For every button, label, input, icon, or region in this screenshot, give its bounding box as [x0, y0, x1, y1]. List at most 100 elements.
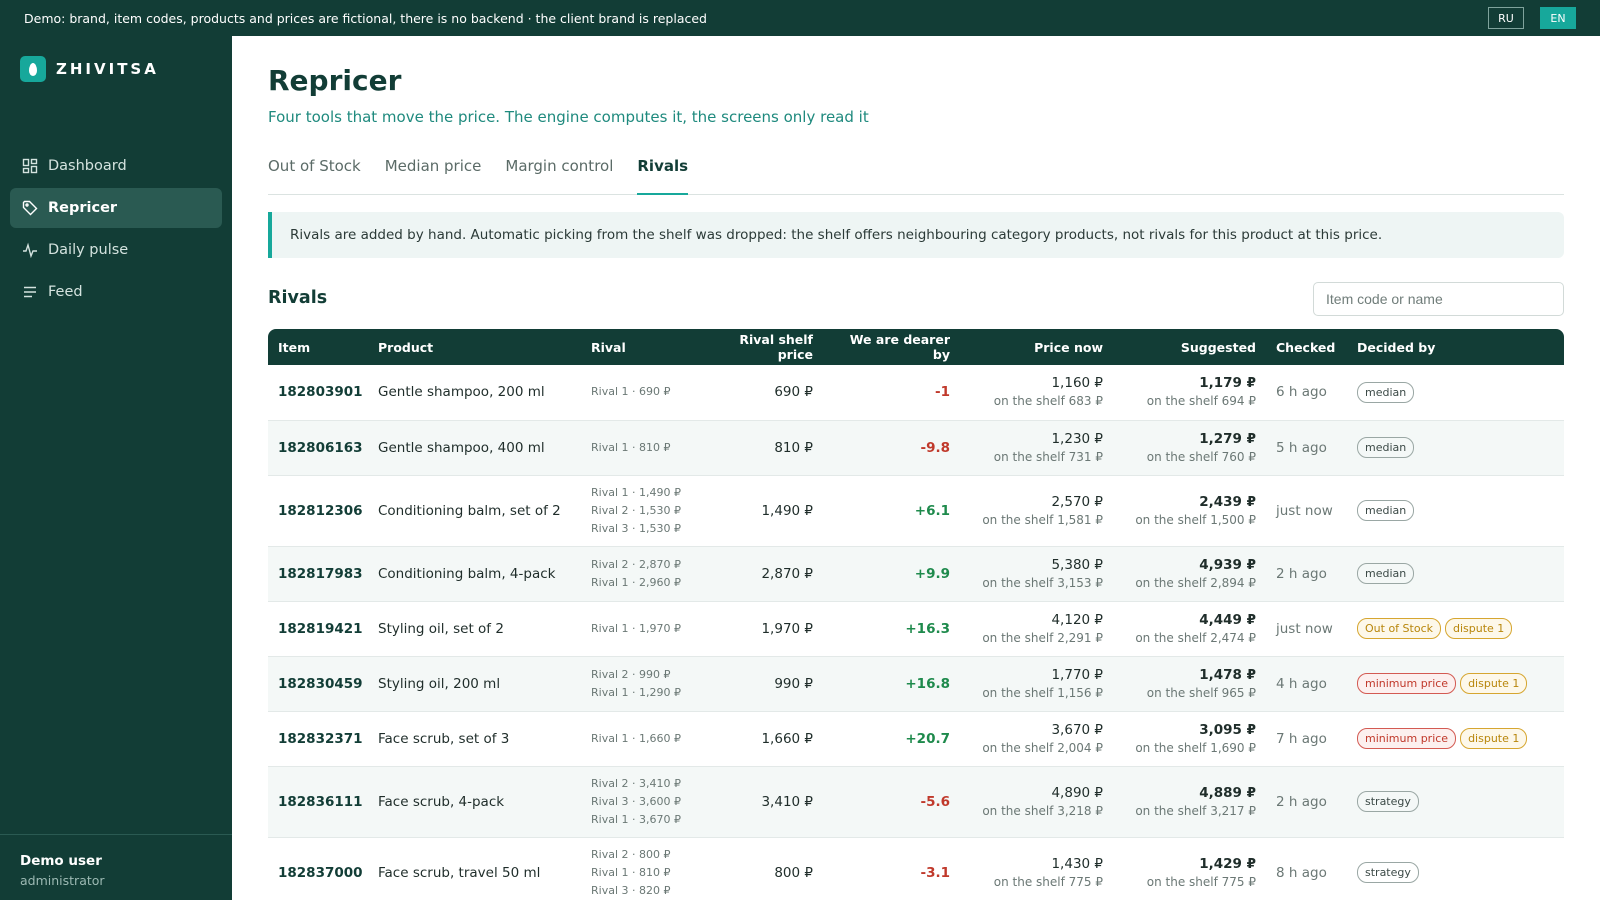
tab-margin-control[interactable]: Margin control: [505, 154, 613, 195]
table-row[interactable]: 182817983 Conditioning balm, 4-pack Rival …: [268, 546, 1564, 602]
item-code-link[interactable]: 182803901: [278, 384, 363, 400]
item-code-link[interactable]: 182806163: [278, 440, 363, 456]
cell-rivals: Rival 2 · 2,870 ₽ Rival 1 · 2,960 ₽: [581, 546, 691, 602]
cell-rivals: Rival 1 · 1,490 ₽ Rival 2 · 1,530 ₽ Rival …: [581, 475, 691, 547]
table-row[interactable]: 182837000 Face scrub, travel 50 ml Rival 2…: [268, 837, 1564, 900]
decided-by-badge[interactable]: strategy: [1357, 791, 1419, 812]
item-code-link[interactable]: 182819421: [278, 621, 363, 637]
decided-by-badge[interactable]: minimum price: [1357, 673, 1457, 694]
tab-median-price[interactable]: Median price: [385, 154, 482, 195]
col-header-item[interactable]: Item: [268, 329, 368, 365]
sidebar-nav: Dashboard Repricer Daily pulse Feed: [10, 146, 222, 314]
col-header-suggested[interactable]: Suggested: [1113, 329, 1266, 365]
item-code-link[interactable]: 182832371: [278, 731, 363, 747]
cell-price-now: 4,120 ₽ on the shelf 2,291 ₽: [960, 601, 1113, 657]
decided-by-badge[interactable]: dispute 1: [1460, 673, 1528, 694]
dearer-by-value: -3.1: [920, 864, 950, 881]
col-header-price-now[interactable]: Price now: [960, 329, 1113, 365]
user-role: administrator: [20, 873, 105, 888]
sidebar-item-daily-pulse[interactable]: Daily pulse: [10, 230, 222, 270]
cell-item: 182830459: [268, 656, 368, 712]
table-row[interactable]: 182803901 Gentle shampoo, 200 ml Rival 1 ·…: [268, 365, 1564, 421]
decided-by-badge[interactable]: median: [1357, 563, 1415, 584]
suggested-value: 4,889 ₽: [1199, 784, 1256, 801]
rival-entry: Rival 1 · 2,960 ₽: [591, 575, 681, 589]
cell-product: Styling oil, set of 2: [368, 601, 581, 657]
sidebar-item-repricer[interactable]: Repricer: [10, 188, 222, 228]
item-code-link[interactable]: 182817983: [278, 566, 363, 582]
decided-by-badge[interactable]: Out of Stock: [1357, 618, 1441, 639]
col-header-checked[interactable]: Checked: [1266, 329, 1347, 365]
col-header-rival[interactable]: Rival: [581, 329, 691, 365]
item-code-link[interactable]: 182837000: [278, 865, 363, 881]
cell-suggested: 3,095 ₽ on the shelf 1,690 ₽: [1113, 711, 1266, 767]
col-header-decided-by[interactable]: Decided by: [1347, 329, 1564, 365]
col-header-rival-shelf-price[interactable]: Rival shelf price: [691, 329, 823, 365]
suggested-value: 4,449 ₽: [1199, 611, 1256, 628]
cell-suggested: 1,478 ₽ on the shelf 965 ₽: [1113, 656, 1266, 712]
table-row[interactable]: 182819421 Styling oil, set of 2 Rival 1 · …: [268, 601, 1564, 657]
table-row[interactable]: 182832371 Face scrub, set of 3 Rival 1 · 1…: [268, 711, 1564, 767]
cell-suggested: 4,889 ₽ on the shelf 3,217 ₽: [1113, 766, 1266, 838]
table-body: 182803901 Gentle shampoo, 200 ml Rival 1 ·…: [268, 365, 1564, 900]
cell-decided-by: median: [1347, 420, 1564, 476]
cell-checked: 2 h ago: [1266, 766, 1347, 838]
rival-entry: Rival 2 · 3,410 ₽: [591, 776, 681, 790]
table-row[interactable]: 182830459 Styling oil, 200 ml Rival 2 · 99…: [268, 656, 1564, 712]
tab-out-of-stock[interactable]: Out of Stock: [268, 154, 361, 195]
cell-rival-shelf-price: 1,660 ₽: [691, 711, 823, 767]
decided-by-badge[interactable]: median: [1357, 437, 1415, 458]
table-row[interactable]: 182836111 Face scrub, 4-pack Rival 2 · 3,4…: [268, 766, 1564, 838]
sidebar-item-feed[interactable]: Feed: [10, 272, 222, 312]
page-subtitle: Four tools that move the price. The engi…: [268, 108, 869, 126]
cell-rivals: Rival 2 · 800 ₽ Rival 1 · 810 ₽ Rival 3 · …: [581, 837, 691, 900]
cell-rivals: Rival 1 · 810 ₽: [581, 420, 691, 476]
sidebar-item-dashboard[interactable]: Dashboard: [10, 146, 222, 186]
item-code-link[interactable]: 182830459: [278, 676, 363, 692]
rival-entry: Rival 2 · 800 ₽: [591, 847, 671, 861]
suggested-shelf: on the shelf 694 ₽: [1146, 394, 1256, 409]
cell-item: 182837000: [268, 837, 368, 900]
sidebar-item-label: Dashboard: [48, 158, 127, 174]
decided-by-badge[interactable]: median: [1357, 381, 1415, 403]
rival-entry: Rival 3 · 820 ₽: [591, 883, 671, 897]
item-code-link[interactable]: 182836111: [278, 794, 363, 810]
col-header-product[interactable]: Product: [368, 329, 581, 365]
user-panel[interactable]: Demo user administrator: [0, 834, 232, 900]
decided-by-badges: median: [1357, 381, 1554, 403]
cell-rival-shelf-price: 690 ₽: [691, 365, 823, 421]
tab-rivals[interactable]: Rivals: [637, 154, 689, 195]
cell-product: Styling oil, 200 ml: [368, 656, 581, 712]
decided-by-badge[interactable]: median: [1357, 500, 1415, 521]
decided-by-badge[interactable]: minimum price: [1357, 728, 1457, 749]
tag-icon: [22, 200, 38, 216]
decided-by-badge[interactable]: strategy: [1357, 862, 1419, 883]
decided-by-badge[interactable]: dispute 1: [1444, 618, 1513, 639]
item-code-link[interactable]: 182812306: [278, 503, 363, 519]
brand-logo[interactable]: ZHIVITSA: [20, 56, 159, 82]
decided-by-badges: strategy: [1357, 862, 1554, 883]
rival-entry: Rival 1 · 3,670 ₽: [591, 812, 681, 826]
suggested-shelf: on the shelf 2,474 ₽: [1135, 630, 1256, 645]
cell-rival-shelf-price: 1,970 ₽: [691, 601, 823, 657]
sidebar-item-label: Repricer: [48, 200, 118, 216]
suggested-value: 2,439 ₽: [1199, 493, 1256, 510]
col-header-dearer-by[interactable]: We are dearer by: [823, 329, 960, 365]
rival-entry: Rival 2 · 990 ₽: [591, 667, 671, 681]
price-now-shelf: on the shelf 2,291 ₽: [982, 630, 1103, 645]
cell-price-now: 1,430 ₽ on the shelf 775 ₽: [960, 837, 1113, 900]
table-row[interactable]: 182812306 Conditioning balm, set of 2 Riva…: [268, 475, 1564, 547]
lang-ru-button[interactable]: RU: [1488, 7, 1524, 29]
dearer-by-value: +16.3: [905, 620, 950, 637]
price-now-value: 4,120 ₽: [1051, 611, 1103, 628]
search-input[interactable]: [1313, 282, 1564, 316]
suggested-shelf: on the shelf 1,690 ₽: [1135, 740, 1256, 755]
table-row[interactable]: 182806163 Gentle shampoo, 400 ml Rival 1 ·…: [268, 420, 1564, 476]
price-now-shelf: on the shelf 731 ₽: [993, 449, 1103, 464]
cell-checked: 4 h ago: [1266, 656, 1347, 712]
decided-by-badge[interactable]: dispute 1: [1460, 728, 1528, 749]
lang-en-button[interactable]: EN: [1540, 7, 1576, 29]
tab-bar: Out of Stock Median price Margin control…: [268, 154, 1564, 195]
cell-product: Gentle shampoo, 200 ml: [368, 365, 581, 421]
decided-by-badges: strategy: [1357, 791, 1554, 812]
